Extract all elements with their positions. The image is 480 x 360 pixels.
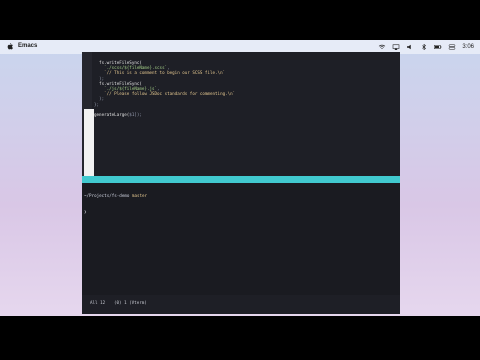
terminal-pane[interactable]: ~/Projects/fs-demo master ❯ [82, 183, 400, 295]
code-token: ); [99, 96, 105, 102]
window-info: (0) 1 (Vterm) [114, 300, 147, 305]
prompt-branch: master [131, 193, 148, 199]
airplay-icon[interactable] [392, 44, 400, 50]
emacs-window: fs.writeFileSync( `./scss/${fileName}.sc… [82, 52, 400, 314]
prompt-line: ~/Projects/fs-demo master [82, 193, 400, 198]
code-token: `// Please follow JSDoc standards for co… [104, 91, 236, 97]
apple-icon[interactable] [7, 43, 13, 50]
prompt-path: ~/Projects/fs-demo [84, 193, 130, 199]
clock[interactable]: 3:06 [462, 44, 474, 50]
volume-icon[interactable] [406, 44, 414, 50]
editor-pane[interactable]: fs.writeFileSync( `./scss/${fileName}.sc… [82, 52, 400, 176]
status-area: 3:06 [378, 42, 474, 52]
battery-icon[interactable] [434, 44, 442, 50]
mode-line: -:--- fileNamer.js Bot L14(JS2 Ind Flow … [82, 176, 400, 189]
cursor-block [84, 109, 94, 176]
code-token: $1]); [129, 111, 142, 117]
prompt-symbol: ❯ [84, 209, 87, 215]
app-name[interactable]: Emacs [18, 43, 37, 49]
code-line: `// This is a comment to begin our SCSS … [94, 70, 235, 75]
code-token: `// This is a comment to begin our SCSS … [104, 70, 226, 76]
code-line: `// Please follow JSDoc standards for co… [94, 91, 235, 96]
control-center-icon[interactable] [448, 44, 456, 50]
buffer-position: All 12 [90, 300, 106, 305]
code-line: generateLarge($1]); [94, 112, 235, 117]
wifi-icon[interactable] [378, 44, 386, 50]
echo-area: All 12 (0) 1 (Vterm) [82, 295, 400, 314]
bluetooth-icon[interactable] [420, 44, 428, 50]
code-token: }; [94, 101, 100, 107]
code-token: generateLarge( [94, 111, 130, 117]
screen: Emacs 3:06 fs.writeFileSync( `./scss/${f… [0, 0, 480, 360]
code-area[interactable]: fs.writeFileSync( `./scss/${fileName}.sc… [94, 60, 235, 117]
